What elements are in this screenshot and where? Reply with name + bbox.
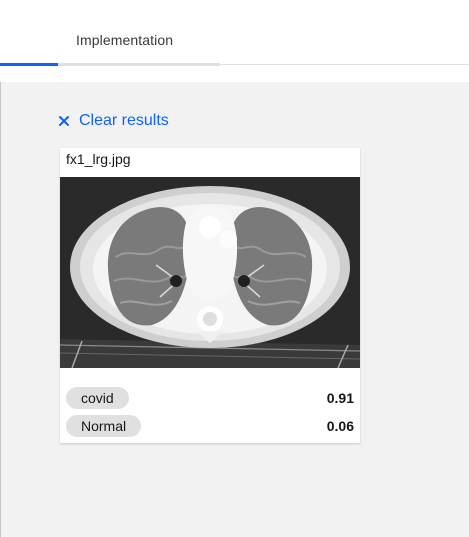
- tab-active[interactable]: [0, 0, 58, 66]
- clear-results-label: Clear results: [79, 112, 169, 129]
- prediction-score: 0.06: [326, 418, 354, 434]
- clear-results-button[interactable]: Clear results: [58, 112, 169, 130]
- ct-scan-image: [60, 177, 360, 368]
- tab-implementation-label: Implementation: [76, 32, 174, 48]
- tab-active-indicator: [0, 63, 58, 66]
- prediction-row: covid 0.91: [66, 387, 354, 409]
- result-filename: fx1_lrg.jpg: [66, 151, 131, 167]
- prediction-label-tag: covid: [66, 387, 129, 409]
- prediction-label-tag: Normal: [66, 415, 142, 437]
- prediction-score: 0.91: [326, 390, 354, 406]
- tab-bar: Implementation: [0, 0, 469, 66]
- close-icon: [59, 116, 69, 126]
- prediction-row: Normal 0.06: [66, 415, 354, 437]
- result-card: fx1_lrg.jpg covid 0.91 Normal 0.06: [60, 148, 360, 443]
- tab-implementation[interactable]: Implementation: [58, 0, 220, 66]
- tab-implementation-underline: [58, 63, 220, 66]
